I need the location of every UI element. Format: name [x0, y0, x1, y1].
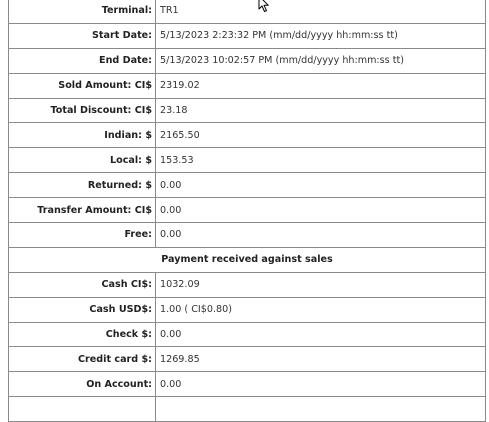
row-value: 0.00 [155, 172, 486, 199]
table-row-transfer-amount: Transfer Amount: CI$ 0.00 [8, 197, 486, 224]
row-value: 0.00 [155, 371, 486, 398]
table-row-terminal: Terminal: TR1 [8, 0, 486, 24]
row-value: 153.53 [155, 147, 486, 174]
row-value: 23.18 [155, 97, 486, 124]
section-header-row: Payment received against sales [8, 246, 486, 273]
row-label [8, 396, 156, 422]
row-label: Free: [8, 222, 156, 248]
row-value: 5/13/2023 10:02:57 PM (mm/dd/yyyy hh:mm:… [155, 47, 486, 74]
row-value: 1032.09 [155, 271, 486, 298]
table-row-indian: Indian: $ 2165.50 [8, 122, 486, 149]
table-row-check: Check $: 0.00 [8, 321, 486, 348]
row-label: End Date: [8, 47, 156, 74]
row-value: TR1 [155, 0, 486, 24]
table-row-end-date: End Date: 5/13/2023 10:02:57 PM (mm/dd/y… [8, 47, 486, 74]
mouse-pointer-icon [258, 0, 269, 12]
table-row-total-discount: Total Discount: CI$ 23.18 [8, 97, 486, 124]
row-value: 2319.02 [155, 72, 486, 99]
section-header: Payment received against sales [8, 246, 486, 273]
row-label: Indian: $ [8, 122, 156, 149]
table-row-on-account: On Account: 0.00 [8, 371, 486, 398]
table-row-credit-card: Credit card $: 1269.85 [8, 346, 486, 373]
row-value [155, 396, 486, 422]
row-value: 0.00 [155, 222, 486, 248]
row-label: Check $: [8, 321, 156, 348]
table-row-start-date: Start Date: 5/13/2023 2:23:32 PM (mm/dd/… [8, 22, 486, 49]
row-label: On Account: [8, 371, 156, 398]
table-row-local: Local: $ 153.53 [8, 147, 486, 174]
row-value: 0.00 [155, 321, 486, 348]
row-label: Credit card $: [8, 346, 156, 373]
table-row-free: Free: 0.00 [8, 222, 486, 248]
report-sheet: Terminal: TR1 Start Date: 5/13/2023 2:23… [8, 0, 486, 422]
table-row-returned: Returned: $ 0.00 [8, 172, 486, 199]
shift-summary-table: Terminal: TR1 Start Date: 5/13/2023 2:23… [8, 0, 486, 422]
row-label: Returned: $ [8, 172, 156, 199]
row-label: Cash USD$: [8, 296, 156, 323]
row-value: 2165.50 [155, 122, 486, 149]
row-label: Cash CI$: [8, 271, 156, 298]
row-value: 1269.85 [155, 346, 486, 373]
row-label: Transfer Amount: CI$ [8, 197, 156, 224]
row-value: 1.00 ( CI$0.80) [155, 296, 486, 323]
table-row-partial [8, 396, 486, 422]
row-label: Sold Amount: CI$ [8, 72, 156, 99]
row-label: Start Date: [8, 22, 156, 49]
table-row-sold-amount: Sold Amount: CI$ 2319.02 [8, 72, 486, 99]
row-label: Local: $ [8, 147, 156, 174]
table-row-cash-ci: Cash CI$: 1032.09 [8, 271, 486, 298]
row-value: 5/13/2023 2:23:32 PM (mm/dd/yyyy hh:mm:s… [155, 22, 486, 49]
row-value: 0.00 [155, 197, 486, 224]
row-label: Terminal: [8, 0, 156, 24]
row-label: Total Discount: CI$ [8, 97, 156, 124]
table-row-cash-usd: Cash USD$: 1.00 ( CI$0.80) [8, 296, 486, 323]
